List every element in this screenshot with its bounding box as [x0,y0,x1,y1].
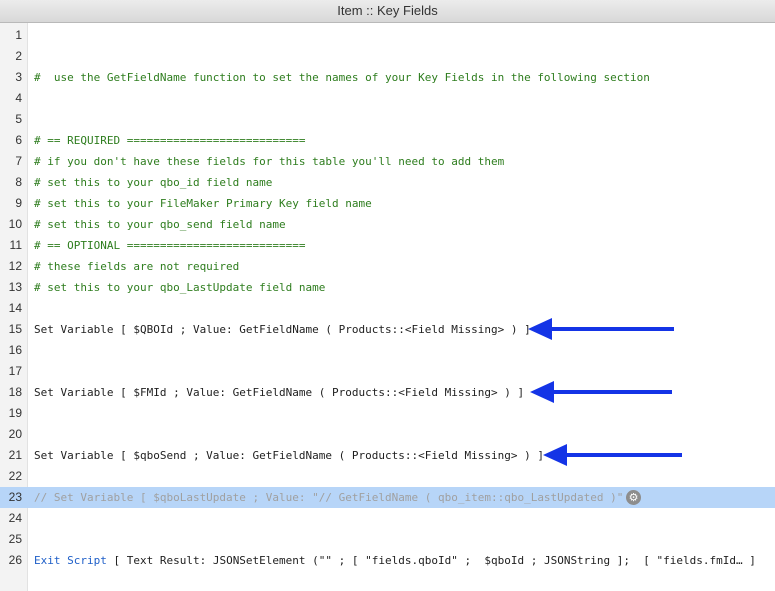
arrow-left-icon [530,381,554,403]
window-title: Item :: Key Fields [337,3,438,18]
arrow-left-icon [543,444,567,466]
arrow-left-icon [528,318,552,340]
annotation-arrows [528,318,682,466]
script-editor[interactable]: 1 2 3 # use the GetFieldName function to se… [0,23,775,591]
window-title-bar: Item :: Key Fields [0,0,775,23]
